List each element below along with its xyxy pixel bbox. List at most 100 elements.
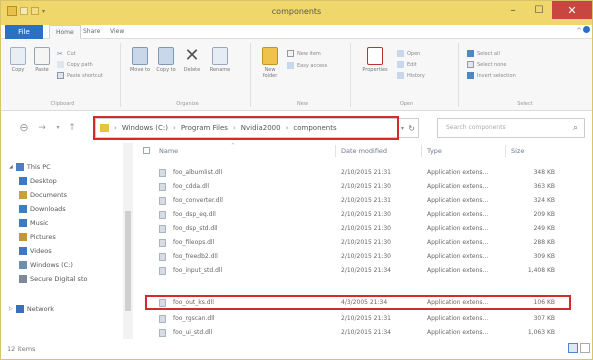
table-row[interactable]: foo_rgscan.dll 2/10/2015 21:31 Application…	[145, 313, 569, 325]
nav-item-this-pc[interactable]: ◢ This PC	[9, 163, 51, 171]
dll-file-icon	[159, 183, 166, 191]
rename-button[interactable]: Rename	[209, 47, 231, 73]
edit-icon	[397, 61, 404, 68]
nav-item-documents[interactable]: Documents	[19, 191, 67, 199]
dll-file-icon	[159, 253, 166, 261]
nav-item-videos[interactable]: Videos	[19, 247, 52, 255]
window-controls: – ☐ ✕	[500, 1, 592, 19]
details-view-icon[interactable]	[568, 343, 578, 353]
ribbon-expand-icon[interactable]: ^	[576, 27, 582, 35]
title-bar: ▾ components – ☐ ✕	[1, 1, 592, 25]
copy-to-button[interactable]: Copy to	[155, 47, 177, 73]
select-all-button[interactable]: Select all	[467, 49, 500, 58]
nav-item-pictures[interactable]: Pictures	[19, 233, 56, 241]
new-item-icon	[287, 50, 294, 57]
close-button[interactable]: ✕	[552, 1, 592, 19]
dll-file-icon	[159, 169, 166, 177]
nav-item-music[interactable]: Music	[19, 219, 49, 227]
explorer-window: ▾ components – ☐ ✕ File Home Share View …	[0, 0, 593, 360]
history-icon	[397, 72, 404, 79]
tab-share[interactable]: Share	[77, 25, 106, 39]
copy-icon	[10, 47, 26, 65]
open-icon	[397, 50, 404, 57]
tab-home[interactable]: Home	[49, 25, 81, 39]
table-row[interactable]: foo_albumlist.dll 2/10/2015 21:31 Applicat…	[145, 167, 569, 179]
invert-selection-button[interactable]: Invert selection	[467, 71, 516, 80]
status-bar: 12 items	[1, 339, 592, 359]
videos-icon	[19, 247, 27, 255]
new-item-button[interactable]: New item	[287, 49, 321, 58]
invert-selection-icon	[467, 72, 474, 79]
table-row[interactable]: foo_converter.dll 2/10/2015 21:31 Applicat…	[145, 195, 569, 207]
documents-icon	[19, 191, 27, 199]
copy-to-icon	[158, 47, 174, 65]
select-all-checkbox[interactable]	[143, 147, 150, 154]
table-row[interactable]: foo_fileops.dll 2/10/2015 21:30 Applicatio…	[145, 237, 569, 249]
column-header-type[interactable]: Type	[427, 147, 442, 155]
ribbon-group-new: New folder New item Easy access New	[255, 43, 351, 107]
select-none-button[interactable]: Select none	[467, 60, 507, 69]
tab-view[interactable]: View	[104, 25, 130, 39]
copy-button[interactable]: Copy	[7, 47, 29, 73]
properties-icon	[367, 47, 383, 65]
nav-item-secure-digital[interactable]: Secure Digital sto	[19, 275, 87, 283]
column-header-name[interactable]: Name	[159, 147, 178, 155]
delete-button[interactable]: ✕ Delete	[181, 45, 203, 74]
table-row[interactable]: foo_ui_std.dll 2/10/2015 21:34 Application…	[145, 327, 569, 339]
dll-file-icon	[159, 267, 166, 275]
navigation-pane: ◢ This PC Desktop Documents Downloads Mus…	[1, 143, 123, 339]
select-none-icon	[467, 61, 474, 68]
column-header-size[interactable]: Size	[511, 147, 524, 155]
move-to-button[interactable]: Move to	[129, 47, 151, 73]
properties-button[interactable]: Properties	[359, 47, 391, 73]
address-dropdown-icon[interactable]: ▾	[401, 125, 404, 132]
up-button[interactable]: ↑	[65, 121, 79, 135]
search-icon: ⌕	[572, 123, 578, 133]
refresh-icon[interactable]: ↻	[408, 124, 415, 133]
rename-icon	[212, 47, 228, 65]
sd-card-icon	[19, 275, 27, 283]
edit-button[interactable]: Edit	[397, 60, 417, 69]
maximize-button[interactable]: ☐	[526, 1, 552, 19]
cut-button[interactable]: ✂ Cut	[57, 49, 76, 58]
recent-locations-button[interactable]: ▾	[51, 121, 65, 135]
navigation-bar: ⊖ → ▾ ↑ › Windows (C:) › Program Files ›…	[1, 113, 592, 141]
ribbon-group-open: Properties Open Edit History Open	[355, 43, 459, 107]
paste-button[interactable]: Paste	[31, 47, 53, 73]
nav-item-network[interactable]: ▷ Network	[9, 305, 54, 313]
scrollbar-thumb[interactable]	[125, 211, 131, 311]
table-row[interactable]: foo_dsp_std.dll 2/10/2015 21:30 Applicatio…	[145, 223, 569, 235]
nav-item-windows-c[interactable]: Windows (C:)	[19, 261, 73, 269]
nav-item-downloads[interactable]: Downloads	[19, 205, 66, 213]
forward-button[interactable]: →	[35, 121, 49, 135]
large-icons-view-icon[interactable]	[580, 343, 590, 353]
cut-icon: ✂	[57, 50, 63, 58]
select-group-label: Select	[517, 101, 533, 107]
delete-icon: ✕	[184, 45, 200, 66]
address-highlight-box	[93, 116, 399, 140]
minimize-button[interactable]: –	[500, 1, 526, 19]
back-button[interactable]: ⊖	[17, 121, 31, 135]
tab-file[interactable]: File	[5, 25, 43, 39]
table-row[interactable]: foo_dsp_eq.dll 2/10/2015 21:30 Application…	[145, 209, 569, 221]
sort-indicator-icon: ^	[231, 143, 236, 149]
search-input[interactable]: Search components ⌕	[437, 118, 585, 138]
column-header-date[interactable]: Date modified	[341, 147, 387, 155]
network-icon	[15, 305, 24, 313]
paste-shortcut-button[interactable]: Paste shortcut	[57, 71, 103, 80]
copy-path-button[interactable]: Copy path	[57, 60, 93, 69]
ribbon-tabs: File Home Share View ^	[1, 25, 592, 39]
easy-access-button[interactable]: Easy access	[287, 61, 327, 70]
ribbon-group-clipboard: Copy Paste ✂ Cut Copy path Paste shortcut…	[5, 43, 121, 107]
open-button[interactable]: Open	[397, 49, 420, 58]
ribbon-group-select: Select all Select none Invert selection …	[463, 43, 587, 107]
table-row[interactable]: foo_input_std.dll 2/10/2015 21:34 Applicat…	[145, 265, 569, 277]
table-row[interactable]: foo_cdda.dll 2/10/2015 21:30 Application e…	[145, 181, 569, 193]
desktop-icon	[19, 177, 27, 185]
table-row[interactable]: foo_freedb2.dll 2/10/2015 21:30 Applicatio…	[145, 251, 569, 263]
nav-item-desktop[interactable]: Desktop	[19, 177, 57, 185]
new-folder-button[interactable]: New folder	[259, 47, 281, 79]
help-icon[interactable]	[583, 26, 590, 33]
history-button[interactable]: History	[397, 71, 425, 80]
navigation-scrollbar[interactable]	[123, 143, 133, 339]
